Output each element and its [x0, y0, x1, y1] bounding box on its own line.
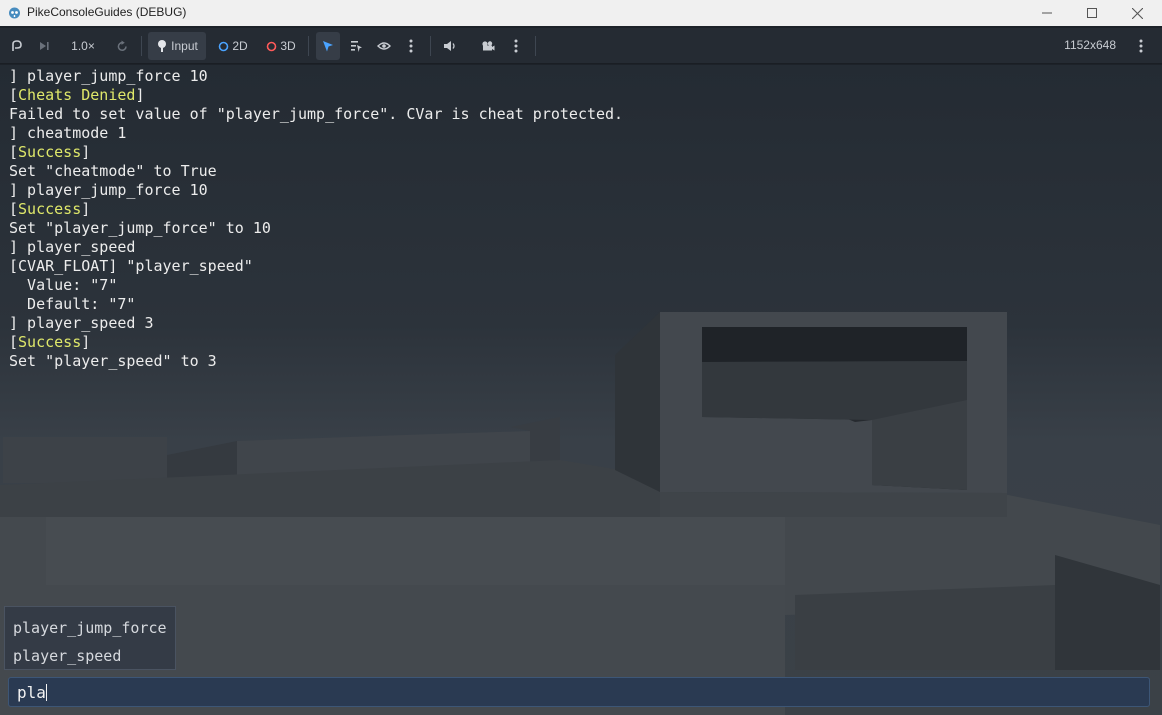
- window-title: PikeConsoleGuides (DEBUG): [27, 5, 187, 19]
- reset-icon: [117, 40, 127, 51]
- console-line-text: Set "cheatmode" to True: [9, 162, 217, 180]
- console-line: Set "player_jump_force" to 10: [9, 219, 1149, 238]
- console-line-text: Set "player_jump_force" to 10: [9, 219, 271, 237]
- viewport-size-label: 1152x648: [1064, 38, 1116, 52]
- title-bar: PikeConsoleGuides (DEBUG): [0, 0, 1162, 26]
- select-tool-button[interactable]: [316, 32, 340, 60]
- console-line-text: ] player_speed 3: [9, 314, 154, 332]
- camera-icon: [482, 41, 495, 51]
- autocomplete-item[interactable]: player_speed: [13, 647, 121, 665]
- console-input-field[interactable]: pla: [8, 677, 1150, 707]
- list-cursor-icon: [350, 40, 362, 52]
- console-line-text: Failed to set value of "player_jump_forc…: [9, 105, 624, 123]
- console-input-value: pla: [17, 683, 46, 702]
- console-line-text: Default: "7": [9, 295, 136, 313]
- toolbar-separator: [308, 36, 309, 56]
- console-line-text: ] player_jump_force 10: [9, 67, 208, 85]
- console-line: Set "player_speed" to 3: [9, 352, 1149, 371]
- console-line: ] player_speed 3: [9, 314, 1149, 333]
- console-line: Value: "7": [9, 276, 1149, 295]
- kebab-menu-icon: [1139, 39, 1143, 53]
- autocomplete-popup: player_jump_force player_speed: [4, 606, 176, 670]
- mute-audio-button[interactable]: [439, 32, 461, 60]
- visibility-button[interactable]: [373, 32, 395, 60]
- game-viewport[interactable]: ] player_jump_force 10 [Cheats Denied] Fai…: [0, 65, 1162, 715]
- next-frame-icon: [40, 42, 49, 50]
- console-line-text: ]: [135, 86, 145, 104]
- console-line: [Cheats Denied]: [9, 86, 1149, 105]
- console-line: Failed to set value of "player_jump_forc…: [9, 105, 1149, 124]
- next-frame-button[interactable]: [33, 32, 55, 60]
- console-line-text: [CVAR_FLOAT] "player_speed": [9, 257, 253, 275]
- mode-2d-icon: [219, 41, 229, 51]
- console-line-text: ] player_speed: [9, 238, 136, 256]
- suspend-button[interactable]: [6, 32, 28, 60]
- console-line-text: Value: "7": [9, 276, 118, 294]
- console-line-text: ] cheatmode 1: [9, 124, 127, 142]
- console-line: Set "cheatmode" to True: [9, 162, 1149, 181]
- reset-speed-button[interactable]: [111, 32, 133, 60]
- autocomplete-item[interactable]: player_jump_force: [13, 619, 167, 637]
- window-options-button[interactable]: [1132, 32, 1150, 60]
- console-line-text: [: [9, 200, 19, 218]
- camera-options-button[interactable]: [507, 32, 525, 60]
- console-line-text: ]: [81, 200, 91, 218]
- console-status-tag: Success: [18, 143, 82, 161]
- close-button[interactable]: [1114, 0, 1160, 26]
- input-mode-button[interactable]: Input: [148, 32, 206, 60]
- speaker-icon: [444, 41, 455, 51]
- list-select-button[interactable]: [345, 32, 367, 60]
- console-line: ] player_jump_force 10: [9, 67, 1149, 86]
- joystick-icon: [158, 40, 167, 52]
- close-icon: [1131, 7, 1143, 19]
- console-line-text: ] player_jump_force 10: [9, 181, 208, 199]
- maximize-icon: [1087, 8, 1097, 18]
- mode-2d-label: 2D: [232, 39, 248, 53]
- toolbar-separator: [141, 36, 142, 56]
- console-line: [Success]: [9, 143, 1149, 162]
- camera-override-button[interactable]: [477, 32, 499, 60]
- minimize-icon: [1042, 12, 1052, 14]
- mode-3d-button[interactable]: 3D: [260, 32, 302, 60]
- console-input-text[interactable]: pla: [17, 683, 47, 702]
- toolbar-separator: [535, 36, 536, 56]
- console-line: ] cheatmode 1: [9, 124, 1149, 143]
- mode-2d-button[interactable]: 2D: [212, 32, 254, 60]
- debug-toolbar: 1.0× Input 2D 3D 1152x648: [0, 28, 1162, 64]
- console-output: ] player_jump_force 10 [Cheats Denied] Fai…: [9, 67, 1149, 371]
- toolbar-separator: [430, 36, 431, 56]
- console-line-text: ]: [81, 143, 91, 161]
- console-status-tag: Cheats Denied: [18, 86, 136, 104]
- kebab-menu-icon: [514, 39, 518, 53]
- console-line: ] player_speed: [9, 238, 1149, 257]
- minimize-button[interactable]: [1024, 0, 1070, 26]
- console-line-text: [: [9, 143, 19, 161]
- console-line-text: Set "player_speed" to 3: [9, 352, 217, 370]
- cursor-arrow-icon: [323, 40, 333, 51]
- more-options-button[interactable]: [402, 32, 420, 60]
- console-line: [Success]: [9, 200, 1149, 219]
- mode-3d-label: 3D: [280, 39, 296, 53]
- console-line: Default: "7": [9, 295, 1149, 314]
- console-status-tag: Success: [18, 200, 82, 218]
- console-line: [Success]: [9, 333, 1149, 352]
- mode-3d-icon: [267, 41, 277, 51]
- console-line: [CVAR_FLOAT] "player_speed": [9, 257, 1149, 276]
- time-scale-button[interactable]: 1.0×: [64, 32, 102, 60]
- console-line-text: [: [9, 333, 19, 351]
- input-mode-label: Input: [171, 39, 198, 53]
- eye-icon: [377, 42, 391, 50]
- console-line: ] player_jump_force 10: [9, 181, 1149, 200]
- maximize-button[interactable]: [1069, 0, 1115, 26]
- console-line-text: [: [9, 86, 19, 104]
- kebab-menu-icon: [409, 39, 413, 53]
- console-status-tag: Success: [18, 333, 82, 351]
- console-line-text: ]: [81, 333, 91, 351]
- app-logo-icon: [9, 7, 20, 19]
- text-caret: [45, 684, 47, 701]
- pause-game-icon: [12, 40, 22, 51]
